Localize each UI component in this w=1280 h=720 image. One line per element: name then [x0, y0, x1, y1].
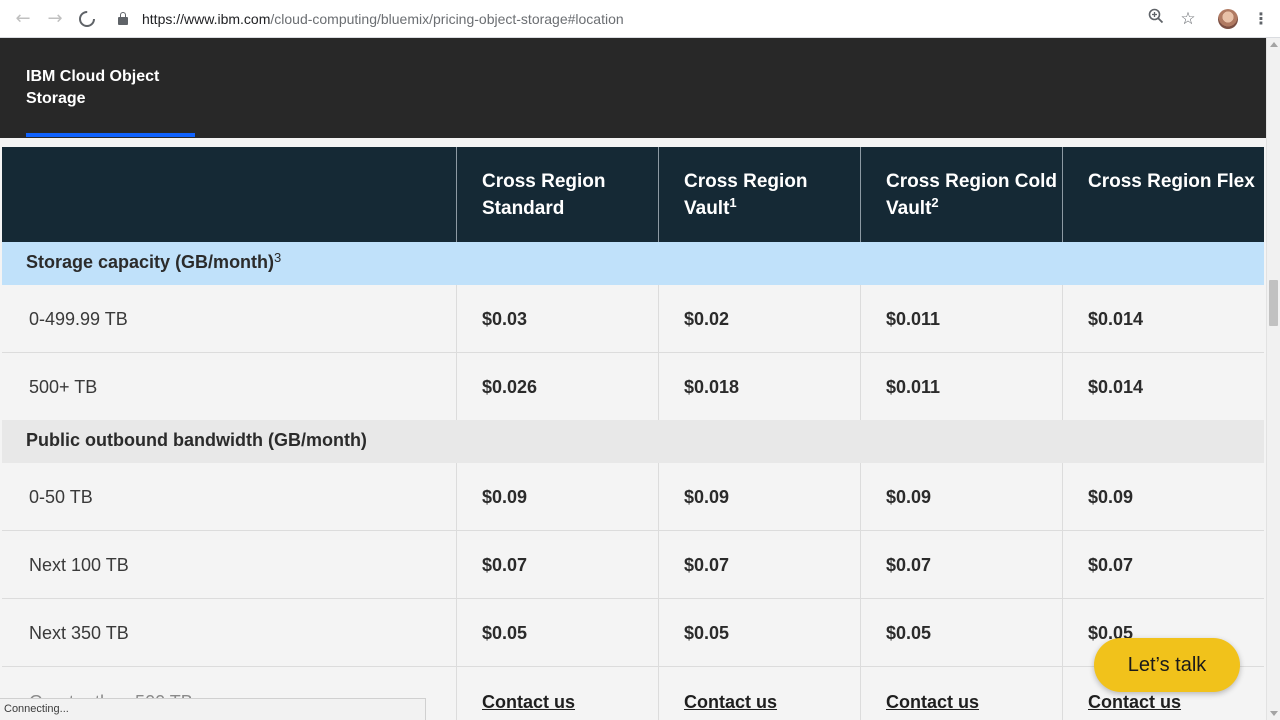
price-cell: $0.011	[860, 353, 1062, 421]
column-header: Cross Region Vault1	[658, 147, 860, 242]
browser-toolbar: ← → https://www.ibm.com/cloud-computing/…	[0, 0, 1280, 38]
row-label: Next 350 TB	[29, 623, 129, 643]
column-header: Cross Region Flex	[1062, 147, 1264, 242]
row-label: 500+ TB	[29, 377, 98, 397]
contact-cell: Contact us	[658, 667, 860, 720]
price-cell: $0.026	[456, 353, 658, 421]
price-cell: $0.07	[658, 531, 860, 599]
footnote-ref: 3	[274, 250, 282, 265]
contact-us-link[interactable]: Contact us	[1088, 692, 1181, 712]
contact-cell: Contact us	[860, 667, 1062, 720]
section-heading-bandwidth: Public outbound bandwidth (GB/month)	[2, 420, 1264, 463]
price-cell: $0.07	[1062, 531, 1264, 599]
column-header-label: Cross Region Standard	[482, 171, 606, 219]
row-label: 0-499.99 TB	[29, 309, 128, 329]
contact-cell: Contact us	[456, 667, 658, 720]
price-cell: $0.05	[658, 599, 860, 667]
table-row: Next 100 TB $0.07 $0.07 $0.07 $0.07	[2, 531, 1264, 599]
scroll-thumb[interactable]	[1269, 280, 1278, 326]
lock-icon[interactable]	[118, 12, 128, 25]
product-title[interactable]: IBM Cloud Object Storage	[26, 66, 196, 110]
pricing-table: Cross Region Standard Cross Region Vault…	[2, 147, 1264, 720]
table-row: 500+ TB $0.026 $0.018 $0.011 $0.014	[2, 353, 1264, 421]
active-tab-indicator	[26, 133, 195, 137]
section-heading-label: Public outbound bandwidth (GB/month)	[26, 430, 367, 450]
row-label: Next 100 TB	[29, 555, 129, 575]
forward-arrow-icon[interactable]: →	[44, 8, 66, 30]
section-heading-storage: Storage capacity (GB/month)3	[2, 242, 1264, 285]
column-header-label: Cross Region Vault	[684, 171, 808, 219]
price-cell: $0.014	[1062, 353, 1264, 421]
page-scrollbar[interactable]	[1266, 38, 1280, 720]
url-path: /cloud-computing/bluemix/pricing-object-…	[270, 11, 624, 27]
table-header: Cross Region Standard Cross Region Vault…	[2, 147, 1264, 242]
contact-us-link[interactable]: Contact us	[684, 692, 777, 712]
more-vert-icon[interactable]: ⋮	[1250, 8, 1272, 30]
price-cell: $0.05	[860, 599, 1062, 667]
price-cell: $0.09	[658, 463, 860, 531]
site-header: IBM Cloud Object Storage	[0, 38, 1266, 138]
scroll-up-icon[interactable]	[1270, 42, 1278, 47]
price-cell: $0.03	[456, 285, 658, 353]
price-cell: $0.02	[658, 285, 860, 353]
price-cell: $0.09	[860, 463, 1062, 531]
price-cell: $0.05	[456, 599, 658, 667]
table-row: 0-50 TB $0.09 $0.09 $0.09 $0.09	[2, 463, 1264, 531]
lets-talk-button[interactable]: Let’s talk	[1094, 638, 1240, 692]
table-row: 0-499.99 TB $0.03 $0.02 $0.011 $0.014	[2, 285, 1264, 353]
loading-spinner-icon[interactable]	[76, 8, 98, 30]
table-row: Next 350 TB $0.05 $0.05 $0.05 $0.05	[2, 599, 1264, 667]
price-cell: $0.09	[1062, 463, 1264, 531]
avatar[interactable]	[1218, 9, 1238, 29]
url-host: https://www.ibm.com	[142, 11, 271, 27]
footnote-ref: 2	[931, 195, 939, 210]
column-header-label: Cross Region Cold Vault	[886, 171, 1058, 219]
price-cell: $0.018	[658, 353, 860, 421]
price-cell: $0.014	[1062, 285, 1264, 353]
zoom-icon[interactable]	[1145, 8, 1167, 30]
price-cell: $0.07	[456, 531, 658, 599]
contact-us-link[interactable]: Contact us	[482, 692, 575, 712]
price-cell: $0.07	[860, 531, 1062, 599]
scroll-down-icon[interactable]	[1270, 711, 1278, 716]
status-bar: Connecting...	[0, 698, 426, 720]
price-cell: $0.011	[860, 285, 1062, 353]
star-icon[interactable]: ☆	[1177, 8, 1199, 30]
header-empty-cell	[2, 147, 456, 242]
column-header: Cross Region Cold Vault2	[860, 147, 1062, 242]
back-arrow-icon[interactable]: ←	[12, 8, 34, 30]
price-cell: $0.09	[456, 463, 658, 531]
section-heading-label: Storage capacity (GB/month)	[26, 252, 275, 272]
address-bar[interactable]: https://www.ibm.com/cloud-computing/blue…	[142, 9, 624, 29]
row-label: 0-50 TB	[29, 487, 93, 507]
contact-us-link[interactable]: Contact us	[886, 692, 979, 712]
column-header-label: Cross Region Flex	[1088, 171, 1255, 192]
footnote-ref: 1	[729, 195, 737, 210]
column-header: Cross Region Standard	[456, 147, 658, 242]
